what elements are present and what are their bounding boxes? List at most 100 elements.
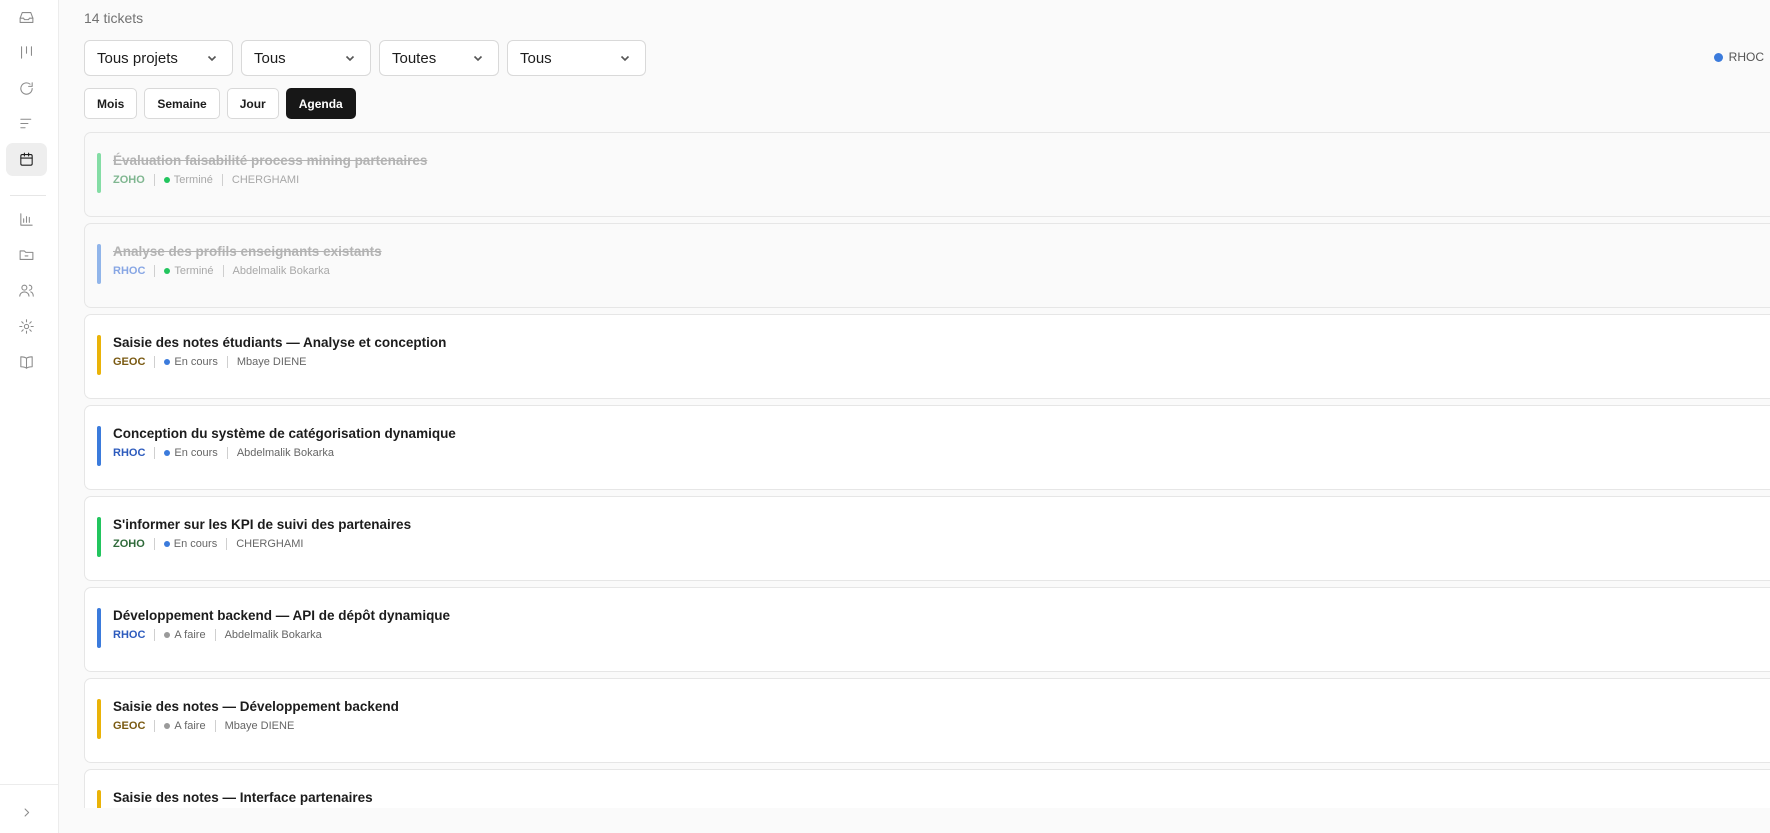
status-dot [164, 268, 171, 274]
status-dot [164, 632, 171, 638]
ticket-title: S'informer sur les KPI de suivi des part… [113, 517, 412, 532]
sidebar-footer-divider [0, 784, 59, 785]
ticket-title: Analyse des profils enseignants existant… [113, 244, 382, 259]
project-legend: RHOC [1713, 50, 1764, 64]
ticket-title: Saisie des notes — Développement backend [113, 699, 399, 714]
meta-divider [153, 538, 155, 550]
board-icon[interactable] [6, 36, 47, 69]
ticket-meta: ZOHO Terminé CHERGHAMI [113, 174, 299, 186]
project-color-bar [97, 699, 101, 739]
sidebar-divider [10, 195, 46, 196]
ticket-card[interactable]: Saisie des notes — Interface partenaires… [84, 769, 1770, 808]
meta-divider [226, 356, 228, 368]
legend-label: RHOC [1728, 50, 1764, 64]
ticket-meta: RHOC En cours Abdelmalik Bokarka [113, 447, 334, 459]
priority-filter-select[interactable]: Toutes [379, 40, 499, 76]
meta-divider [154, 447, 156, 459]
ticket-project: ZOHO [113, 538, 145, 550]
project-color-bar [97, 608, 101, 648]
meta-divider [222, 265, 224, 277]
meta-divider [226, 447, 228, 459]
project-color-bar [97, 517, 101, 557]
meta-divider [221, 174, 223, 186]
ticket-card[interactable]: Analyse des profils enseignants existant… [84, 223, 1770, 308]
filter-bar: Tous projets Tous Toutes Tous [84, 40, 646, 76]
ticket-card[interactable]: Saisie des notes — Développement backend… [84, 678, 1770, 763]
project-filter-value: Tous projets [97, 49, 178, 67]
users-icon[interactable] [6, 274, 47, 307]
assignee-filter-select[interactable]: Tous [507, 40, 646, 76]
status-dot [163, 541, 170, 547]
chevron-down-icon [620, 55, 630, 62]
meta-divider [154, 356, 156, 368]
project-filter-select[interactable]: Tous projets [84, 40, 233, 76]
meta-divider [154, 720, 156, 732]
meta-divider [154, 265, 156, 277]
chevron-down-icon [473, 55, 483, 62]
ticket-meta: RHOC A faire Abdelmalik Bokarka [113, 629, 322, 641]
ticket-title: Saisie des notes étudiants — Analyse et … [113, 335, 447, 350]
assignee-filter-value: Tous [520, 49, 552, 67]
ticket-meta: GEOC En cours Mbaye DIENE [113, 356, 307, 368]
ticket-assignee: Abdelmalik Bokarka [232, 265, 330, 277]
ticket-meta: GEOC A faire Mbaye DIENE [113, 720, 294, 732]
meta-divider [153, 174, 155, 186]
ticket-status: A faire [174, 629, 206, 641]
meta-divider [214, 720, 216, 732]
settings-icon[interactable] [6, 310, 47, 343]
status-filter-value: Tous [254, 49, 286, 67]
status-dot [164, 723, 171, 729]
view-month-button[interactable]: Mois [84, 88, 138, 119]
calendar-icon[interactable] [6, 143, 47, 176]
ticket-status: En cours [173, 538, 218, 550]
project-color-bar [97, 244, 101, 284]
ticket-project: RHOC [113, 447, 146, 459]
ticket-meta: RHOC Terminé Abdelmalik Bokarka [113, 265, 330, 277]
ticket-count: 14 tickets [84, 10, 144, 26]
ticket-status: En cours [174, 447, 218, 459]
inbox-icon[interactable] [6, 1, 47, 34]
status-dot [164, 450, 171, 456]
legend-dot [1713, 52, 1723, 62]
ticket-card[interactable]: Saisie des notes étudiants — Analyse et … [84, 314, 1770, 399]
view-agenda-button[interactable]: Agenda [285, 88, 356, 119]
project-color-bar [97, 153, 101, 193]
chart-icon[interactable] [6, 203, 47, 236]
ticket-assignee: Mbaye DIENE [236, 356, 307, 368]
status-dot [163, 177, 170, 183]
ticket-assignee: Mbaye DIENE [224, 720, 295, 732]
chevron-down-icon [345, 55, 355, 62]
meta-divider [214, 629, 216, 641]
ticket-status: Terminé [173, 174, 213, 186]
ticket-card[interactable]: Conception du système de catégorisation … [84, 405, 1770, 490]
status-dot [164, 359, 171, 365]
view-week-button[interactable]: Semaine [144, 88, 220, 119]
ticket-card[interactable]: S'informer sur les KPI de suivi des part… [84, 496, 1770, 581]
ticket-project: GEOC [113, 356, 146, 368]
view-day-button[interactable]: Jour [226, 88, 279, 119]
status-filter-select[interactable]: Tous [241, 40, 371, 76]
ticket-status: En cours [174, 356, 218, 368]
project-color-bar [97, 790, 101, 808]
folder-icon[interactable] [6, 238, 47, 271]
meta-divider [154, 629, 156, 641]
refresh-icon[interactable] [6, 72, 47, 105]
ticket-card[interactable]: Développement backend — API de dépôt dyn… [84, 587, 1770, 672]
ticket-status: Terminé [174, 265, 214, 277]
book-icon[interactable] [6, 346, 47, 379]
list-icon[interactable] [6, 107, 47, 140]
ticket-meta: ZOHO En cours CHERGHAMI [113, 538, 303, 550]
project-color-bar [97, 335, 101, 375]
meta-divider [226, 538, 228, 550]
ticket-title: Développement backend — API de dépôt dyn… [113, 608, 451, 623]
ticket-card[interactable]: Évaluation faisabilité process mining pa… [84, 132, 1770, 217]
ticket-project: RHOC [113, 265, 146, 277]
ticket-project: RHOC [113, 629, 146, 641]
chevron-right-icon[interactable] [6, 796, 47, 829]
ticket-assignee: Abdelmalik Bokarka [224, 629, 322, 641]
chevron-down-icon [207, 55, 217, 62]
ticket-assignee: Abdelmalik Bokarka [236, 447, 335, 459]
ticket-title: Saisie des notes — Interface partenaires [113, 790, 373, 805]
ticket-assignee: CHERGHAMI [231, 174, 300, 186]
sidebar [0, 0, 59, 833]
